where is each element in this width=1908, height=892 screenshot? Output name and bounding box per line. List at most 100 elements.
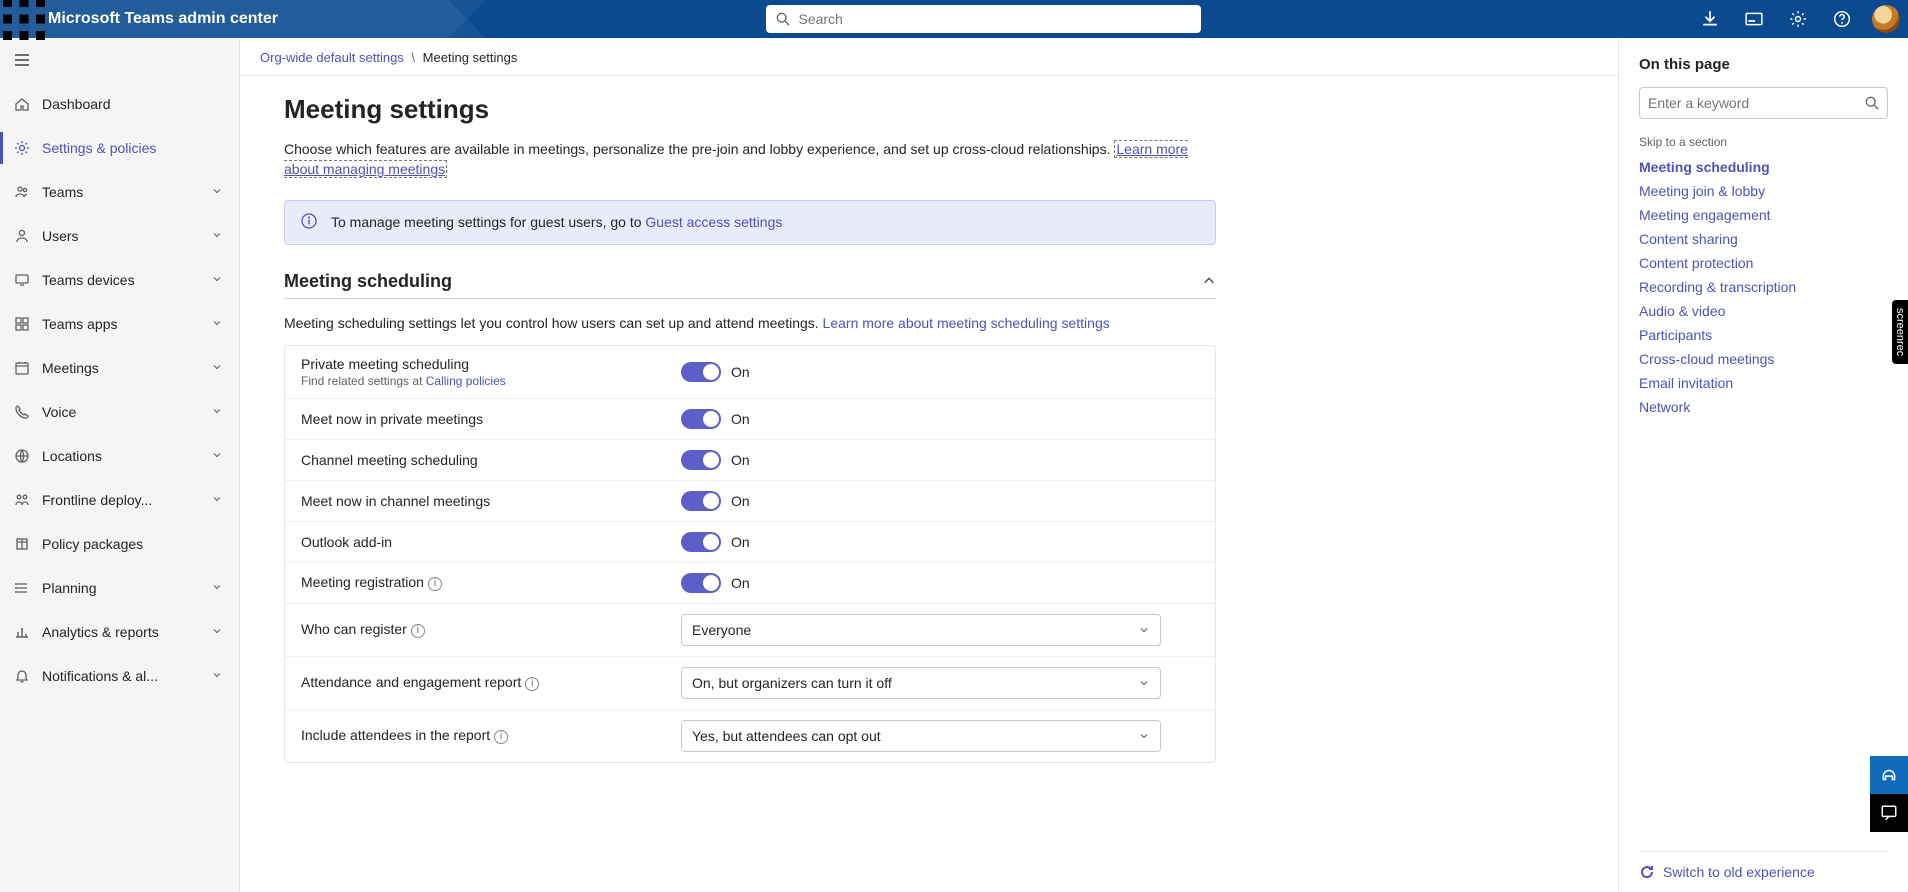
toggle-switch[interactable] <box>681 409 721 429</box>
chevron-down-icon <box>211 624 227 640</box>
sidebar-item-teams[interactable]: Teams <box>0 170 239 214</box>
sidebar-item-policy-packages[interactable]: Policy packages <box>0 522 239 566</box>
setting-label: Attendance and engagement reporti <box>301 674 681 690</box>
card-icon <box>1745 10 1763 28</box>
info-icon[interactable]: i <box>525 677 539 691</box>
toggle-switch[interactable] <box>681 362 721 382</box>
section-link-content-sharing[interactable]: Content sharing <box>1639 227 1888 251</box>
main: Org-wide default settings \ Meeting sett… <box>240 38 1908 892</box>
chevron-down-icon <box>211 580 227 596</box>
breadcrumb: Org-wide default settings \ Meeting sett… <box>240 38 1618 76</box>
info-icon[interactable]: i <box>411 624 425 638</box>
chevron-down-icon <box>211 404 227 420</box>
sidebar-item-notifications-al[interactable]: Notifications & al... <box>0 654 239 698</box>
toggle-switch[interactable] <box>681 491 721 511</box>
banner-text: To manage meeting settings for guest use… <box>331 214 782 230</box>
gear-icon <box>12 140 32 156</box>
sidebar-item-label: Users <box>42 228 211 244</box>
feedback-button[interactable] <box>1870 794 1908 832</box>
toggle-state-label: On <box>731 452 750 468</box>
header-icons <box>1690 0 1908 38</box>
info-icon[interactable]: i <box>428 577 442 591</box>
sidebar-item-teams-devices[interactable]: Teams devices <box>0 258 239 302</box>
setting-label-text: Channel meeting scheduling <box>301 452 478 468</box>
section-link-cross-cloud-meetings[interactable]: Cross-cloud meetings <box>1639 347 1888 371</box>
refresh-icon <box>1639 864 1655 880</box>
keyword-input[interactable] <box>1648 95 1865 111</box>
hamburger-icon <box>14 52 30 68</box>
info-icon <box>301 213 317 232</box>
toggle-switch[interactable] <box>681 573 721 593</box>
search-input[interactable] <box>798 11 1191 27</box>
card-button[interactable] <box>1734 0 1774 38</box>
help-headset-button[interactable] <box>1870 756 1908 794</box>
sidebar-item-meetings[interactable]: Meetings <box>0 346 239 390</box>
header-search[interactable] <box>766 5 1201 33</box>
user-avatar[interactable] <box>1872 5 1900 33</box>
toggle-switch[interactable] <box>681 532 721 552</box>
content-column: Org-wide default settings \ Meeting sett… <box>240 38 1618 892</box>
select-dropdown[interactable]: Everyone <box>681 614 1161 646</box>
section-link-audio-video[interactable]: Audio & video <box>1639 299 1888 323</box>
select-dropdown[interactable]: Yes, but attendees can opt out <box>681 720 1161 752</box>
info-icon[interactable]: i <box>494 730 508 744</box>
sidebar-item-label: Teams <box>42 184 211 200</box>
download-icon <box>1701 10 1719 28</box>
setting-control: On <box>681 573 750 593</box>
apps-icon <box>12 316 32 332</box>
headset-icon <box>1880 766 1898 784</box>
sidebar-item-settings-policies[interactable]: Settings & policies <box>0 126 239 170</box>
section-title: Meeting scheduling <box>284 271 452 292</box>
section-link-recording-transcription[interactable]: Recording & transcription <box>1639 275 1888 299</box>
sidebar-nav: Dashboard Settings & policies Teams Users Te… <box>0 82 239 892</box>
section-link-meeting-scheduling[interactable]: Meeting scheduling <box>1639 155 1888 179</box>
toggle-switch[interactable] <box>681 450 721 470</box>
chevron-down-icon <box>1138 730 1150 742</box>
keyword-search[interactable] <box>1639 87 1888 119</box>
settings-button[interactable] <box>1778 0 1818 38</box>
app-launcher-button[interactable] <box>0 0 48 43</box>
section-link-meeting-engagement[interactable]: Meeting engagement <box>1639 203 1888 227</box>
sidebar-item-dashboard[interactable]: Dashboard <box>0 82 239 126</box>
section-link-content-protection[interactable]: Content protection <box>1639 251 1888 275</box>
sidebar-item-label: Dashboard <box>42 96 227 112</box>
section-link-meeting-join-lobby[interactable]: Meeting join & lobby <box>1639 179 1888 203</box>
info-banner: To manage meeting settings for guest use… <box>284 200 1216 245</box>
select-dropdown[interactable]: On, but organizers can turn it off <box>681 667 1161 699</box>
sidebar-item-locations[interactable]: Locations <box>0 434 239 478</box>
section-learn-more-link[interactable]: Learn more about meeting scheduling sett… <box>823 315 1110 331</box>
help-button[interactable] <box>1822 0 1862 38</box>
sidebar-item-frontline-deploy[interactable]: Frontline deploy... <box>0 478 239 522</box>
section-link-email-invitation[interactable]: Email invitation <box>1639 371 1888 395</box>
sidebar-item-voice[interactable]: Voice <box>0 390 239 434</box>
breadcrumb-parent-link[interactable]: Org-wide default settings <box>260 50 404 65</box>
download-button[interactable] <box>1690 0 1730 38</box>
sidebar-item-teams-apps[interactable]: Teams apps <box>0 302 239 346</box>
setting-label-text: Meeting registration <box>301 574 424 590</box>
section-header-meeting-scheduling[interactable]: Meeting scheduling <box>284 271 1216 299</box>
sidebar: Dashboard Settings & policies Teams Users Te… <box>0 38 240 892</box>
section-link-network[interactable]: Network <box>1639 395 1888 419</box>
banner-text-pre: To manage meeting settings for guest use… <box>331 214 645 230</box>
device-icon <box>12 272 32 288</box>
toggle-state-label: On <box>731 575 750 591</box>
sidebar-item-users[interactable]: Users <box>0 214 239 258</box>
calling-policies-link[interactable]: Calling policies <box>426 374 506 388</box>
setting-sublabel: Find related settings at Calling policie… <box>301 374 681 388</box>
sidebar-item-planning[interactable]: Planning <box>0 566 239 610</box>
sidebar-collapse-button[interactable] <box>0 38 239 82</box>
switch-old-experience-button[interactable]: Switch to old experience <box>1639 851 1888 892</box>
sidebar-item-label: Teams apps <box>42 316 211 332</box>
setting-label: Who can registeri <box>301 621 681 637</box>
page-description: Choose which features are available in m… <box>284 139 1216 180</box>
setting-label: Meet now in private meetings <box>301 411 681 427</box>
calendar-icon <box>12 360 32 376</box>
sidebar-item-label: Teams devices <box>42 272 211 288</box>
help-icon <box>1833 10 1851 28</box>
setting-row: Channel meeting scheduling On <box>285 440 1215 481</box>
teams-icon <box>12 184 32 200</box>
guest-access-link[interactable]: Guest access settings <box>645 214 782 230</box>
section-link-participants[interactable]: Participants <box>1639 323 1888 347</box>
chevron-down-icon <box>211 184 227 200</box>
sidebar-item-analytics-reports[interactable]: Analytics & reports <box>0 610 239 654</box>
